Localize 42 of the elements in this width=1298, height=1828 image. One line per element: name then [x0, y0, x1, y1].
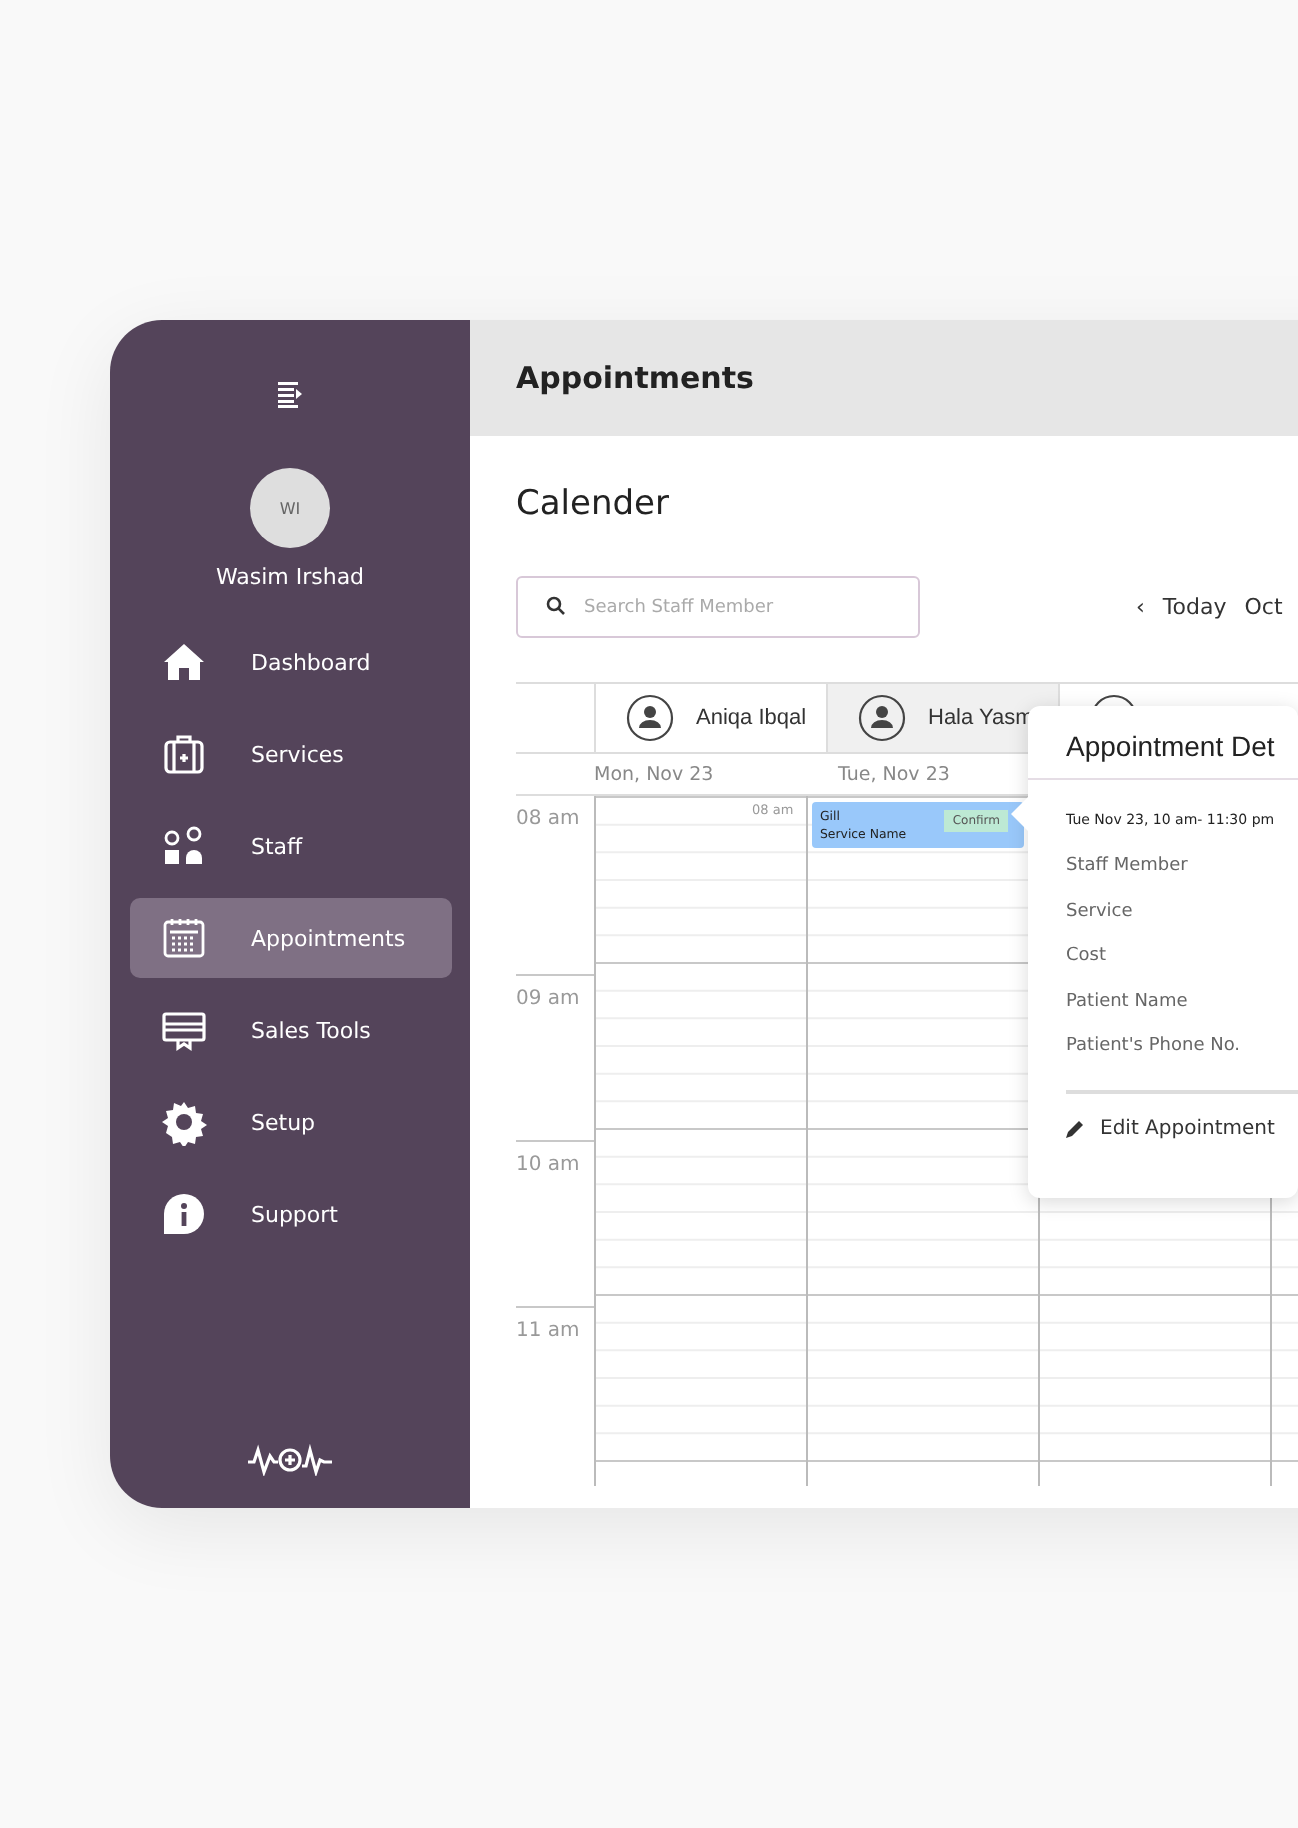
user-name: Wasim Irshad	[215, 564, 365, 590]
sidebar-item[interactable]: Services	[129, 714, 451, 794]
field-label: Patient's Phone No.	[1066, 1036, 1243, 1060]
sidebar-item[interactable]: Setup	[129, 1082, 451, 1162]
info-icon	[159, 1190, 207, 1238]
home-icon	[159, 638, 207, 686]
person-icon	[626, 694, 674, 742]
user-avatar: WI	[250, 468, 330, 548]
field-label: Cost	[1066, 946, 1109, 970]
pencil-icon	[1066, 1119, 1084, 1137]
sidebar-item[interactable]: Support	[129, 1174, 451, 1254]
previous-button[interactable]: ‹	[1136, 594, 1145, 620]
field-label: Staff Member	[1066, 856, 1190, 880]
calendar-icon	[159, 914, 207, 962]
sidebar-item[interactable]: Sales Tools	[129, 990, 451, 1070]
day-label: Tue, Nov 23	[838, 763, 950, 785]
menu-icon[interactable]	[276, 380, 304, 408]
time-label: 08 am	[516, 808, 582, 830]
staff-name: Aniqa Ibqal	[696, 706, 807, 730]
sidebar-item[interactable]: Staff	[129, 806, 451, 886]
popup-title: Appointment Det	[1028, 706, 1298, 780]
briefcase-icon	[159, 730, 207, 778]
time-label: 10 am	[516, 1154, 582, 1176]
logo-icon	[248, 1444, 332, 1476]
sidebar-item[interactable]: Appointments	[129, 898, 451, 978]
field-label: Patient Name	[1066, 991, 1190, 1015]
page-title: Appointments	[516, 360, 754, 396]
time-label: 09 am	[516, 988, 582, 1010]
edit-appointment-link[interactable]: Edit Appointment	[1066, 1117, 1298, 1139]
today-button[interactable]: Today	[1162, 594, 1227, 620]
settings-icon	[159, 1098, 207, 1146]
search-field[interactable]: Search Staff Member	[516, 576, 920, 638]
sidebar-item[interactable]: Dashboard	[129, 622, 451, 702]
day-label: Mon, Nov 23	[594, 763, 716, 785]
time-label: 11 am	[516, 1320, 582, 1342]
search-icon	[546, 596, 566, 616]
person-icon	[858, 694, 906, 742]
people-icon	[159, 822, 207, 870]
field-label: Service	[1066, 901, 1135, 925]
month-label[interactable]: Oct	[1244, 594, 1283, 620]
card-icon	[159, 1006, 207, 1054]
calendar-title: Calender	[516, 484, 671, 524]
